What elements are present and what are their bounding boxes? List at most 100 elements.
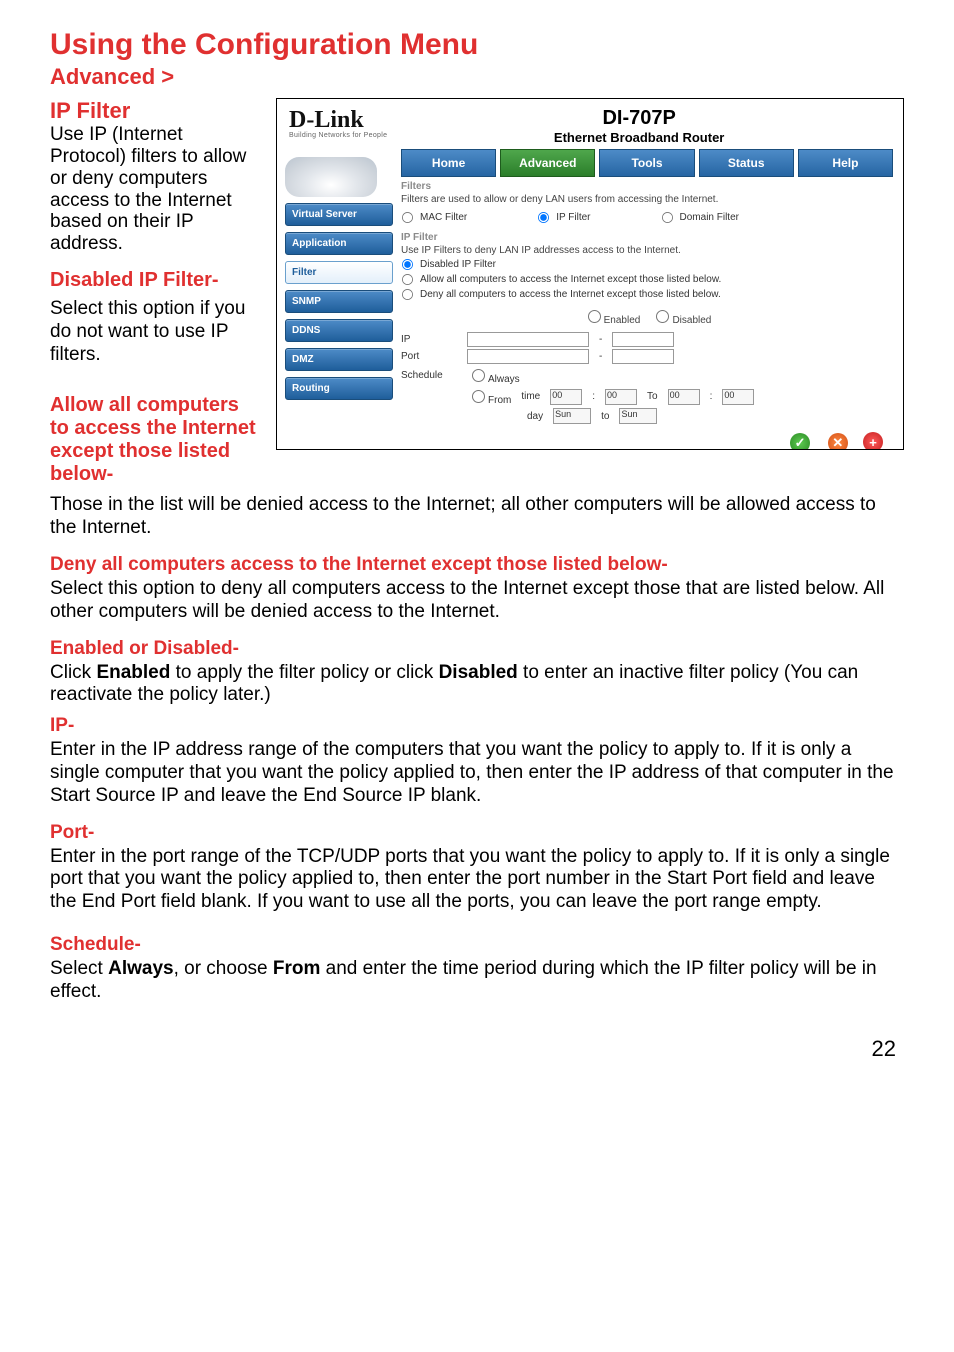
page-title: Using the Configuration Menu xyxy=(50,28,904,62)
model-sub: Ethernet Broadband Router xyxy=(387,130,891,145)
enabled-disabled-head: Enabled or Disabled- xyxy=(50,638,904,660)
port-head: Port- xyxy=(50,822,904,844)
apply-button[interactable]: ✓Apply xyxy=(788,433,813,451)
sidebar-item-application[interactable]: Application xyxy=(285,232,393,255)
filters-heading: Filters xyxy=(401,181,893,192)
page-number: 22 xyxy=(50,1010,904,1062)
ed-mid: to apply the filter policy or click xyxy=(170,662,438,683)
mac-filter-label: MAC Filter xyxy=(420,212,467,223)
sch-pre: Select xyxy=(50,958,108,979)
radio-deny-input[interactable] xyxy=(402,289,413,300)
mac-filter-radio[interactable] xyxy=(402,212,413,223)
router-screenshot: D-Link Building Networks for People DI-7… xyxy=(276,98,904,450)
filter-type-domain[interactable]: Domain Filter xyxy=(661,211,739,224)
radio-deny[interactable]: Deny all computers to access the Interne… xyxy=(401,288,893,301)
sidebar-item-snmp[interactable]: SNMP xyxy=(285,290,393,313)
close-icon: ✕ xyxy=(828,433,848,451)
ip-start-input[interactable] xyxy=(467,332,589,347)
schedule-head: Schedule- xyxy=(50,934,904,956)
domain-filter-label: Domain Filter xyxy=(680,212,739,223)
radio-allow[interactable]: Allow all computers to access the Intern… xyxy=(401,273,893,286)
radio-allow-input[interactable] xyxy=(402,274,413,285)
sidebar-item-ddns[interactable]: DDNS xyxy=(285,319,393,342)
port-start-input[interactable] xyxy=(467,349,589,364)
day-from[interactable]: Sun xyxy=(553,408,591,424)
radio-allow-label: Allow all computers to access the Intern… xyxy=(420,274,721,285)
sidebar-item-filter[interactable]: Filter xyxy=(285,261,393,284)
model-name: DI-707P xyxy=(387,107,891,130)
disabled-radio-input[interactable] xyxy=(656,310,669,323)
enabled-disabled-text: Click Enabled to apply the filter policy… xyxy=(50,662,904,708)
sidebar-item-routing[interactable]: Routing xyxy=(285,377,393,400)
breadcrumb-2: IP Filter xyxy=(50,98,260,124)
domain-filter-radio[interactable] xyxy=(661,212,672,223)
to-label: To xyxy=(647,391,658,402)
ed-bold2: Disabled xyxy=(439,662,518,683)
allow-all-head: Allow all computers to access the Intern… xyxy=(50,394,260,486)
time-to-hh[interactable]: 00 xyxy=(668,389,700,405)
radio-deny-label: Deny all computers to access the Interne… xyxy=(420,289,721,300)
ip-text: Enter in the IP address range of the com… xyxy=(50,739,904,807)
sch-bold1: Always xyxy=(108,958,173,979)
disabled-head: Disabled IP Filter- xyxy=(50,269,260,292)
sidebar-item-dmz[interactable]: DMZ xyxy=(285,348,393,371)
always-radio-input[interactable] xyxy=(472,369,485,382)
dlink-logo-sub: Building Networks for People xyxy=(289,132,387,139)
radio-disabled-input[interactable] xyxy=(402,259,413,270)
tab-home[interactable]: Home xyxy=(401,149,496,177)
device-image xyxy=(285,157,377,197)
schedule-text: Select Always, or choose From and enter … xyxy=(50,958,904,1004)
time-label: time xyxy=(521,391,540,402)
time-from-hh[interactable]: 00 xyxy=(550,389,582,405)
to2-label: to xyxy=(601,411,609,422)
ip-end-input[interactable] xyxy=(612,332,674,347)
allow-all-text: Those in the list will be denied access … xyxy=(50,494,904,540)
day-label: day xyxy=(527,411,543,422)
tab-tools[interactable]: Tools xyxy=(599,149,694,177)
tab-help[interactable]: Help xyxy=(798,149,893,177)
tab-status[interactable]: Status xyxy=(699,149,794,177)
deny-all-head: Deny all computers access to the Interne… xyxy=(50,554,904,576)
ip-head: IP- xyxy=(50,715,904,737)
plus-icon: + xyxy=(863,432,883,450)
port-text: Enter in the port range of the TCP/UDP p… xyxy=(50,846,904,914)
filter-type-ip[interactable]: IP Filter xyxy=(537,211,590,224)
enabled-radio-input[interactable] xyxy=(588,310,601,323)
time-from-mm[interactable]: 00 xyxy=(605,389,637,405)
disabled-radio[interactable]: Disabled xyxy=(651,315,711,326)
ip-filter-label: IP Filter xyxy=(556,212,590,223)
intro-text: Use IP (Internet Protocol) filters to al… xyxy=(50,124,260,255)
port-end-input[interactable] xyxy=(612,349,674,364)
ipfilter-sub: Use IP Filters to deny LAN IP addresses … xyxy=(401,245,893,256)
sch-mid: , or choose xyxy=(174,958,273,979)
help-button[interactable]: +Help xyxy=(863,432,883,450)
ip-filter-radio[interactable] xyxy=(538,212,549,223)
from-radio[interactable]: From xyxy=(467,387,511,406)
from-radio-input[interactable] xyxy=(472,390,485,403)
radio-disabled[interactable]: Disabled IP Filter xyxy=(401,258,893,271)
from-label: From xyxy=(488,395,511,406)
disabled-label: Disabled xyxy=(672,315,711,326)
dlink-logo: D-Link xyxy=(289,107,387,134)
ip-row-label: IP xyxy=(401,334,457,345)
schedule-row-label: Schedule xyxy=(401,370,457,381)
port-row-label: Port xyxy=(401,351,457,362)
cancel-button[interactable]: ✕Cancel xyxy=(823,433,853,451)
radio-disabled-label: Disabled IP Filter xyxy=(420,259,496,270)
day-to[interactable]: Sun xyxy=(619,408,657,424)
ed-pre: Click xyxy=(50,662,96,683)
breadcrumb-1: Advanced > xyxy=(50,64,904,90)
enabled-radio[interactable]: Enabled xyxy=(583,315,641,326)
ed-bold1: Enabled xyxy=(96,662,170,683)
filter-type-mac[interactable]: MAC Filter xyxy=(401,211,467,224)
ipfilter-heading: IP Filter xyxy=(401,232,893,243)
sch-bold2: From xyxy=(273,958,321,979)
time-to-mm[interactable]: 00 xyxy=(722,389,754,405)
enabled-label: Enabled xyxy=(604,315,641,326)
tab-advanced[interactable]: Advanced xyxy=(500,149,595,177)
check-icon: ✓ xyxy=(790,433,810,451)
filters-sub: Filters are used to allow or deny LAN us… xyxy=(401,194,893,205)
disabled-text: Select this option if you do not want to… xyxy=(50,298,260,366)
sidebar-item-virtual-server[interactable]: Virtual Server xyxy=(285,203,393,226)
always-radio[interactable]: Always xyxy=(467,366,520,385)
